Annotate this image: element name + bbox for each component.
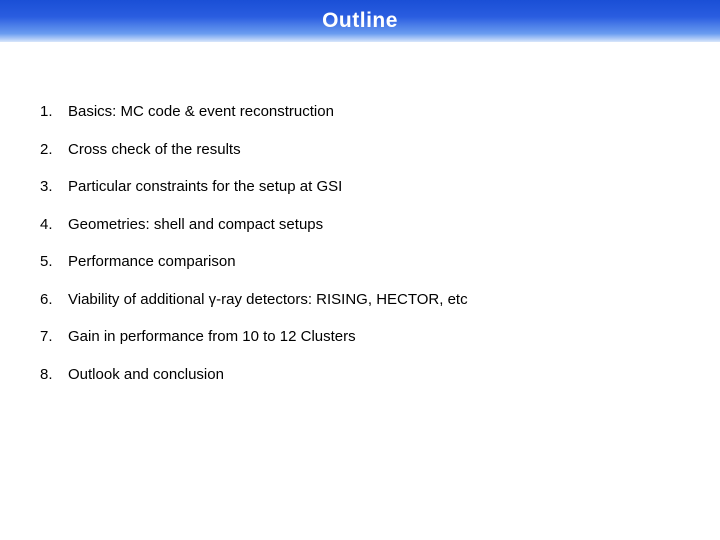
outline-list: Basics: MC code & event reconstruction C… [40, 102, 680, 384]
list-item: Basics: MC code & event reconstruction [40, 102, 680, 122]
list-item: Viability of additional γ-ray detectors:… [40, 290, 680, 310]
slide-title: Outline [322, 9, 398, 33]
list-item: Performance comparison [40, 252, 680, 272]
list-item: Geometries: shell and compact setups [40, 215, 680, 235]
list-item: Outlook and conclusion [40, 365, 680, 385]
list-item: Cross check of the results [40, 140, 680, 160]
list-item: Particular constraints for the setup at … [40, 177, 680, 197]
title-bar: Outline [0, 0, 720, 42]
slide-content: Basics: MC code & event reconstruction C… [0, 42, 720, 384]
list-item: Gain in performance from 10 to 12 Cluste… [40, 327, 680, 347]
